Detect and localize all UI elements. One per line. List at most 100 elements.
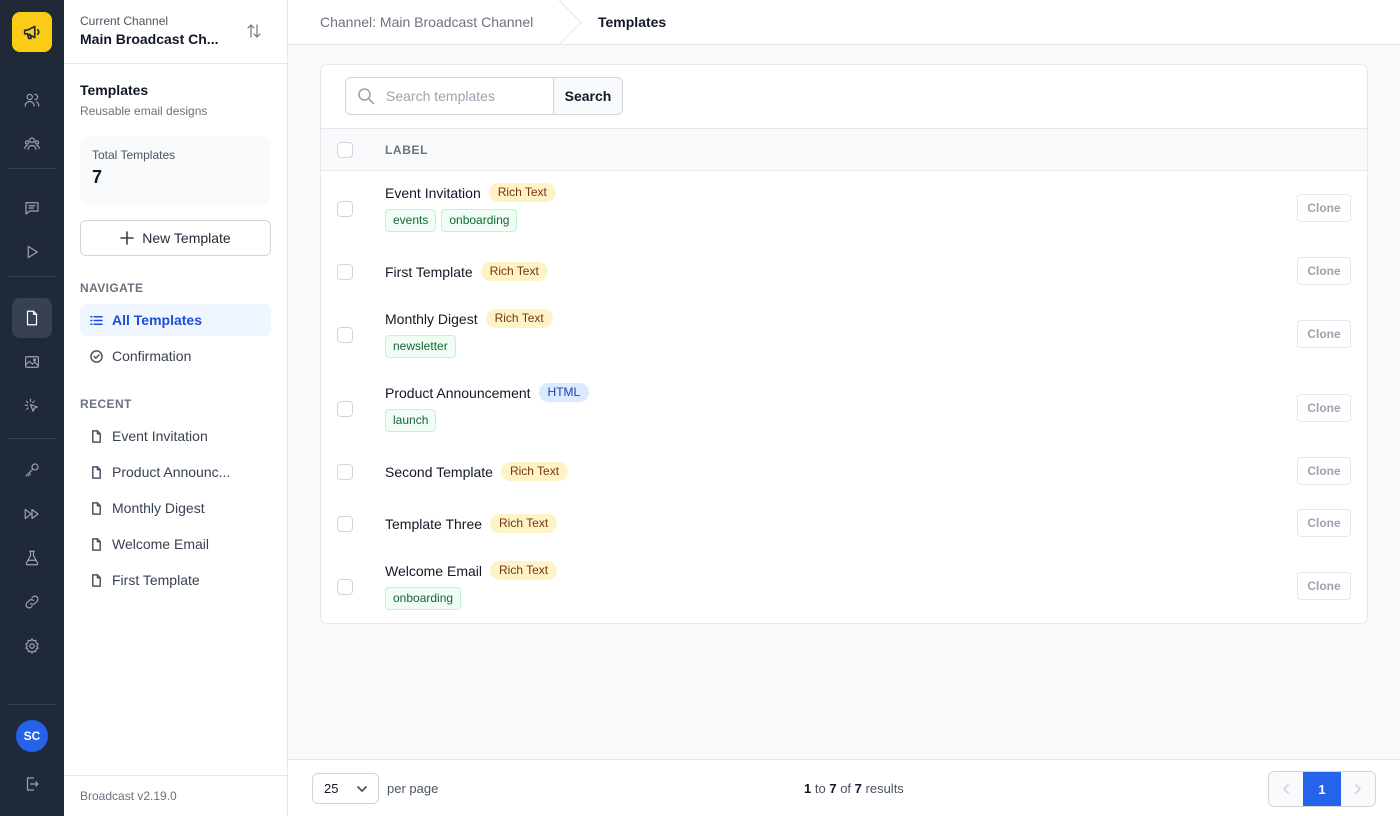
- template-name[interactable]: Welcome Email: [385, 563, 482, 579]
- user-avatar[interactable]: SC: [16, 720, 48, 752]
- switch-arrows-icon[interactable]: [245, 22, 265, 42]
- next-page-button[interactable]: [1340, 772, 1375, 806]
- per-page-select[interactable]: 25: [312, 773, 379, 804]
- table-row[interactable]: Product Announcement HTML launch Clone: [321, 372, 1367, 446]
- clone-button[interactable]: Clone: [1297, 320, 1351, 348]
- megaphone-logo-icon[interactable]: [12, 12, 52, 52]
- search-input[interactable]: [345, 77, 554, 115]
- channel-switcher[interactable]: Current Channel Main Broadcast Ch...: [64, 0, 287, 64]
- template-name[interactable]: First Template: [385, 264, 473, 280]
- search-button[interactable]: Search: [553, 77, 623, 115]
- new-template-button[interactable]: New Template: [80, 220, 271, 256]
- document-icon: [92, 429, 101, 443]
- cursor-click-icon[interactable]: [12, 386, 52, 426]
- recent-heading: RECENT: [80, 397, 132, 411]
- check-circle-icon: [90, 349, 103, 363]
- channel-label: Current Channel: [80, 14, 169, 28]
- type-badge: HTML: [538, 383, 590, 402]
- stat-value: 7: [92, 167, 103, 187]
- row-checkbox[interactable]: [337, 327, 353, 343]
- tag-badge: events: [385, 209, 437, 232]
- table-row[interactable]: Event Invitation Rich Text events onboar…: [321, 172, 1367, 246]
- clone-button[interactable]: Clone: [1297, 194, 1351, 222]
- table-row[interactable]: First Template Rich Text Clone: [321, 246, 1367, 298]
- templates-table-card: Search LABEL Event Invitation Rich Text …: [320, 64, 1368, 624]
- results-total: 7: [854, 781, 862, 796]
- row-checkbox[interactable]: [337, 201, 353, 217]
- clone-button[interactable]: Clone: [1297, 509, 1351, 537]
- sidebar-subtitle: Reusable email designs: [80, 104, 208, 118]
- page-1-button[interactable]: 1: [1303, 772, 1341, 806]
- row-checkbox[interactable]: [337, 579, 353, 595]
- chevron-left-icon: [1283, 784, 1290, 794]
- recent-item-label: Welcome Email: [112, 536, 209, 552]
- sidebar-footer: Broadcast v2.19.0: [64, 775, 287, 816]
- row-checkbox[interactable]: [337, 401, 353, 417]
- channel-name: Main Broadcast Ch...: [80, 31, 219, 47]
- recent-item-first-template[interactable]: First Template: [80, 564, 271, 596]
- sidebar-title: Templates: [80, 82, 149, 98]
- play-icon[interactable]: [12, 232, 52, 272]
- table-row[interactable]: Monthly Digest Rich Text newsletter Clon…: [321, 298, 1367, 372]
- table-row[interactable]: Welcome Email Rich Text onboarding Clone: [321, 550, 1367, 623]
- table-row[interactable]: Template Three Rich Text Clone: [321, 498, 1367, 550]
- recent-item-label: Event Invitation: [112, 428, 208, 444]
- template-name[interactable]: Template Three: [385, 516, 482, 532]
- tag-badge: launch: [385, 409, 437, 432]
- clone-button[interactable]: Clone: [1297, 394, 1351, 422]
- breadcrumb-current: Templates: [598, 14, 667, 30]
- stat-label: Total Templates: [92, 148, 176, 162]
- recent-item-welcome-email[interactable]: Welcome Email: [80, 528, 271, 560]
- plus-icon: [120, 231, 135, 245]
- key-icon[interactable]: [12, 450, 52, 490]
- template-name[interactable]: Product Announcement: [385, 385, 531, 401]
- select-all-checkbox[interactable]: [337, 142, 353, 158]
- segments-icon[interactable]: [12, 124, 52, 164]
- table-row[interactable]: Second Template Rich Text Clone: [321, 446, 1367, 498]
- template-name[interactable]: Second Template: [385, 464, 493, 480]
- subscribers-icon[interactable]: [12, 80, 52, 120]
- breadcrumb-separator-icon: [558, 0, 582, 45]
- nav-item-confirmation[interactable]: Confirmation: [80, 340, 271, 372]
- recent-item-event-invitation[interactable]: Event Invitation: [80, 420, 271, 452]
- message-icon[interactable]: [12, 188, 52, 228]
- pager: 1: [1268, 771, 1376, 807]
- gear-icon[interactable]: [12, 626, 52, 666]
- document-icon: [92, 537, 101, 551]
- recent-item-monthly-digest[interactable]: Monthly Digest: [80, 492, 271, 524]
- template-name[interactable]: Monthly Digest: [385, 311, 478, 327]
- secondary-sidebar: Current Channel Main Broadcast Ch... Tem…: [64, 0, 288, 816]
- flask-icon[interactable]: [12, 538, 52, 578]
- list-icon: [90, 315, 103, 325]
- results-word: results: [865, 781, 904, 796]
- image-icon[interactable]: [12, 342, 52, 382]
- row-checkbox[interactable]: [337, 464, 353, 480]
- search-bar: Search: [345, 77, 623, 115]
- results-of-word: of: [840, 781, 852, 796]
- template-name[interactable]: Event Invitation: [385, 185, 481, 201]
- fast-forward-icon[interactable]: [12, 494, 52, 534]
- clone-button[interactable]: Clone: [1297, 457, 1351, 485]
- templates-document-icon[interactable]: [12, 298, 52, 338]
- type-badge: Rich Text: [480, 262, 548, 281]
- link-icon[interactable]: [12, 582, 52, 622]
- breadcrumb: Channel: Main Broadcast Channel Template…: [288, 0, 1400, 45]
- icon-rail: SC: [0, 0, 64, 816]
- table-header: LABEL: [321, 128, 1367, 171]
- total-templates-card: Total Templates 7: [80, 136, 271, 204]
- breadcrumb-channel-link[interactable]: Channel: Main Broadcast Channel: [320, 14, 533, 30]
- clone-button[interactable]: Clone: [1297, 257, 1351, 285]
- recent-item-product-announcement[interactable]: Product Announc...: [80, 456, 271, 488]
- previous-page-button[interactable]: [1269, 772, 1304, 806]
- recent-item-label: First Template: [112, 572, 200, 588]
- logout-icon[interactable]: [12, 764, 52, 804]
- row-checkbox[interactable]: [337, 264, 353, 280]
- chevron-right-icon: [1354, 784, 1361, 794]
- clone-button[interactable]: Clone: [1297, 572, 1351, 600]
- navigate-heading: NAVIGATE: [80, 281, 144, 295]
- recent-item-label: Product Announc...: [112, 464, 231, 480]
- type-badge: Rich Text: [488, 183, 556, 202]
- row-checkbox[interactable]: [337, 516, 353, 532]
- nav-item-all-templates[interactable]: All Templates: [80, 304, 271, 336]
- document-icon: [92, 465, 101, 479]
